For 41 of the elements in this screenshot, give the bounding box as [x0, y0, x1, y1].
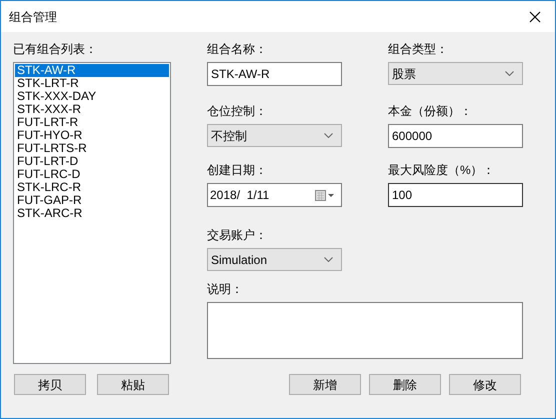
list-item[interactable]: FUT-GAP-R — [15, 194, 169, 207]
list-item[interactable]: FUT-LRTS-R — [15, 142, 169, 155]
input-field[interactable]: 100 — [388, 183, 523, 207]
field-label: 组合名称： — [207, 42, 268, 58]
field-label: 仓位控制： — [207, 104, 268, 120]
portfolio-list[interactable]: STK-AW-R STK-LRT-R STK-XXX-DAY STK-XXX-R FUT-LRT-R FUT-HYO-R FUT-LRTS-R FUT-LRT-D FUT-LRC-D STK-LRC-R FUT-GAP-R STK-ARC-R — [13, 62, 171, 364]
close-icon[interactable] — [529, 10, 541, 22]
field-label: 说明： — [207, 282, 244, 298]
text-area[interactable] — [207, 302, 523, 359]
field-label: 创建日期： — [207, 163, 268, 179]
list-item[interactable]: STK-XXX-DAY — [15, 90, 169, 103]
list-item[interactable]: FUT-LRC-D — [15, 168, 169, 181]
date-picker[interactable]: 2018/ 1/11 — [207, 183, 342, 207]
dropdown[interactable]: Simulation — [207, 248, 342, 271]
list-item[interactable]: STK-XXX-R — [15, 103, 169, 116]
input-field[interactable]: STK-AW-R — [207, 62, 342, 86]
chevron-down-icon — [505, 71, 514, 76]
list-item[interactable]: FUT-HYO-R — [15, 129, 169, 142]
field-label: 最大风险度（%）： — [388, 163, 496, 179]
field-label: 交易账户： — [207, 228, 268, 244]
button[interactable]: 新增 — [289, 374, 361, 395]
button[interactable]: 删除 — [369, 374, 441, 395]
list-item[interactable]: FUT-LRT-R — [15, 116, 169, 129]
chevron-down-icon — [324, 257, 333, 262]
dropdown[interactable]: 不控制 — [207, 124, 342, 147]
list-item[interactable]: STK-LRC-R — [15, 181, 169, 194]
list-item[interactable]: STK-AW-R — [15, 64, 169, 77]
dropdown[interactable]: 股票 — [388, 62, 523, 85]
field-label: 本金（份额）： — [388, 104, 473, 120]
list-label: 已有组合列表： — [13, 42, 98, 58]
chevron-down-icon — [324, 133, 333, 138]
calendar-icon[interactable] — [315, 190, 335, 200]
field-label: 组合类型： — [388, 42, 449, 58]
button[interactable]: 拷贝 — [14, 374, 86, 395]
window-title: 组合管理 — [9, 8, 57, 26]
list-item[interactable]: STK-LRT-R — [15, 77, 169, 90]
list-item[interactable]: STK-ARC-R — [15, 207, 169, 220]
button[interactable]: 修改 — [449, 374, 521, 395]
input-field[interactable]: 600000 — [388, 124, 523, 148]
list-item[interactable]: FUT-LRT-D — [15, 155, 169, 168]
button[interactable]: 粘贴 — [97, 374, 169, 395]
